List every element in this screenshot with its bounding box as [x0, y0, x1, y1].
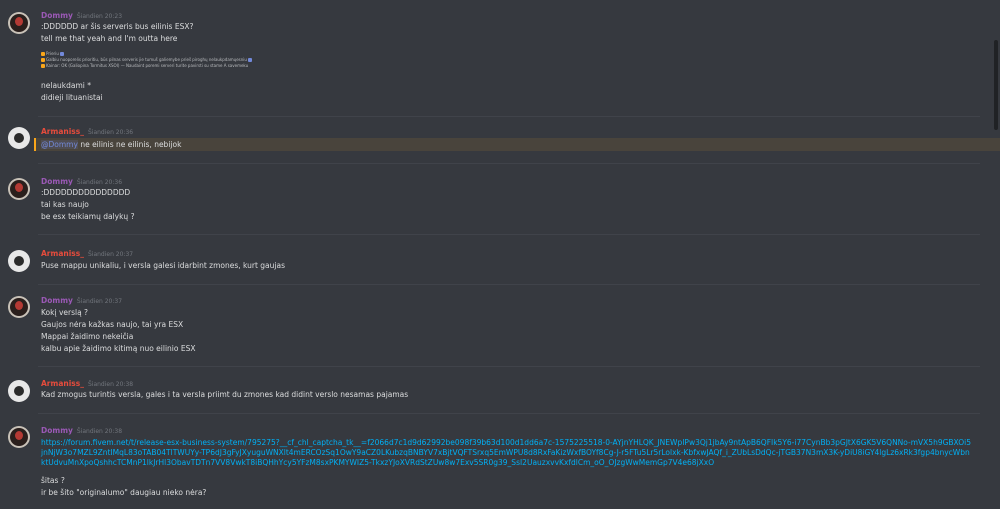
divider [38, 366, 980, 367]
user-mention[interactable]: @Dommy [41, 140, 78, 149]
timestamp: Šiandien 20:38 [87, 381, 134, 388]
message-header: Dommy Šiandien 20:38 [41, 426, 122, 437]
divider [38, 116, 980, 117]
message-text: ir be šito "originalumo" daugiau nieko n… [41, 488, 207, 497]
avatar[interactable] [8, 250, 30, 272]
timestamp: Šiandien 20:23 [76, 13, 123, 20]
author-name[interactable]: Dommy [41, 296, 73, 305]
message-text: kalbu apie žaidimo kitimą nuo eilinio ES… [41, 344, 196, 353]
message-header: Armaniss_ Šiandien 20:38 [41, 379, 133, 390]
timestamp: Šiandien 20:36 [76, 179, 123, 186]
timestamp: Šiandien 20:36 [87, 129, 134, 136]
author-name[interactable]: Dommy [41, 426, 73, 435]
author-name[interactable]: Armaniss_ [41, 379, 84, 388]
divider [38, 163, 980, 164]
author-name[interactable]: Armaniss_ [41, 127, 84, 136]
message-body: ne eilinis ne eilinis, nebijok [80, 140, 182, 149]
author-name[interactable]: Dommy [41, 177, 73, 186]
message-link[interactable]: https://forum.fivem.net/t/release-esx-bu… [41, 438, 971, 468]
author-name[interactable]: Dommy [41, 11, 73, 20]
message-text: Gaujos nėra kažkas naujo, tai yra ESX [41, 320, 184, 329]
message-text: :DDDDDDDDDDDDDDD [41, 188, 131, 197]
scrollbar[interactable] [994, 40, 998, 130]
message-text: Kad zmogus turintis versla, gales i ta v… [41, 390, 409, 399]
message-text: šitas ? [41, 476, 65, 485]
divider [38, 284, 980, 285]
message-text: tell me that yeah and I'm outta here [41, 34, 178, 43]
timestamp: Šiandien 20:38 [76, 428, 123, 435]
message-text: Puse mappu unikaliu, i versla galesi ida… [41, 261, 285, 270]
message-header: Armaniss_ Šiandien 20:37 [41, 249, 133, 260]
avatar[interactable] [8, 426, 30, 448]
avatar[interactable] [8, 12, 30, 34]
author-name[interactable]: Armaniss_ [41, 249, 84, 258]
badge-icon [59, 52, 64, 56]
message-text: didieji lituanistai [41, 93, 103, 102]
message-text: @Dommy ne eilinis ne eilinis, nebijok [41, 140, 181, 150]
divider [38, 234, 980, 235]
message-text: Kokį verslą ? [41, 308, 89, 317]
avatar[interactable] [8, 296, 30, 318]
divider [38, 413, 980, 414]
message-header: Dommy Šiandien 20:23 [41, 11, 122, 22]
badge-icon [247, 58, 252, 62]
emoji-icon [41, 58, 45, 62]
message-header: Armaniss_ Šiandien 20:36 [41, 127, 133, 138]
message-header: Dommy Šiandien 20:36 [41, 177, 122, 188]
timestamp: Šiandien 20:37 [76, 298, 123, 305]
avatar[interactable] [8, 380, 30, 402]
message-header: Dommy Šiandien 20:37 [41, 296, 122, 307]
message-text: Mappai žaidimo nekeičia [41, 332, 134, 341]
message-text: be esx teikiamų dalykų ? [41, 212, 135, 221]
embedded-screenshot-line: Kainar: OK (Galiopina Tormitus XSOI) — N… [41, 63, 248, 69]
emoji-icon [41, 64, 45, 68]
message-text: nelaukdami * [41, 81, 92, 90]
message-text: tai kas naujo [41, 200, 89, 209]
avatar[interactable] [8, 127, 30, 149]
timestamp: Šiandien 20:37 [87, 251, 134, 258]
avatar[interactable] [8, 178, 30, 200]
emoji-icon [41, 52, 45, 56]
message-text: :DDDDDD ar šis serveris bus eilinis ESX? [41, 22, 194, 31]
